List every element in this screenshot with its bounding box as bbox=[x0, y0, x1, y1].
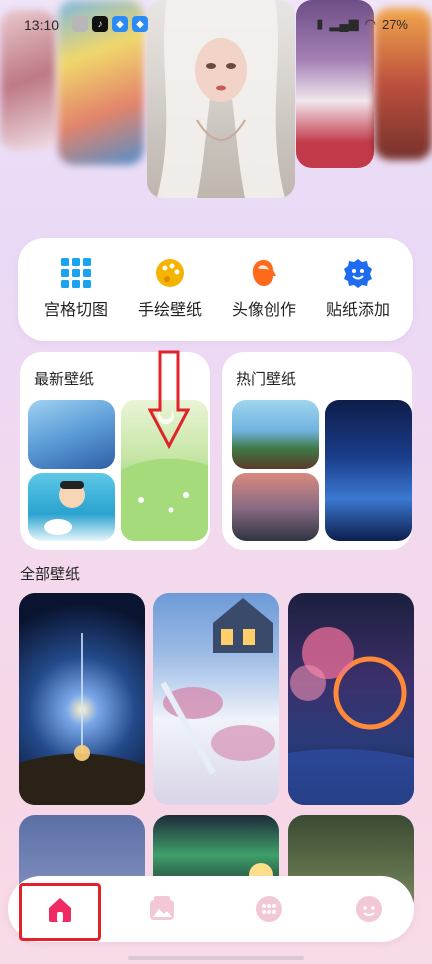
home-indicator-bar[interactable] bbox=[128, 956, 304, 960]
tool-avatar-create[interactable]: 头像创作 bbox=[216, 258, 312, 320]
gallery-icon bbox=[150, 896, 174, 920]
app-notification-icon: ◆ bbox=[112, 16, 128, 32]
tool-label: 贴纸添加 bbox=[325, 302, 390, 319]
face-icon bbox=[356, 896, 382, 922]
annotation-highlight-box bbox=[19, 883, 101, 941]
signal-icon: ▂▄▆ bbox=[329, 16, 359, 31]
tool-sticker-add[interactable]: 贴纸添加 bbox=[310, 258, 406, 320]
latest-wallpapers-title: 最新壁纸 bbox=[34, 371, 95, 388]
tool-label: 头像创作 bbox=[231, 302, 296, 319]
sticker-face-icon bbox=[343, 258, 373, 288]
hot-wallpapers-panel[interactable]: 热门壁纸 bbox=[222, 352, 412, 550]
wallpaper-thumb[interactable] bbox=[325, 400, 412, 541]
wallpaper-thumb[interactable] bbox=[28, 400, 115, 469]
tool-hand-drawn[interactable]: 手绘壁纸 bbox=[122, 258, 218, 320]
tool-grid-cut[interactable]: 宫格切图 bbox=[28, 258, 124, 320]
tool-label: 手绘壁纸 bbox=[137, 302, 202, 319]
battery-text: 27% bbox=[381, 16, 408, 32]
wallpaper-thumb[interactable] bbox=[232, 400, 319, 469]
quick-tools-panel: 宫格切图 手绘壁纸 头像创作 贴纸添加 bbox=[18, 238, 413, 341]
wallpaper-thumb[interactable] bbox=[28, 473, 115, 541]
nav-profile[interactable] bbox=[348, 888, 390, 930]
nav-apps[interactable] bbox=[248, 888, 290, 930]
status-bar: 13:10 ♪ ◆ ◆ ▮ ▂▄▆ ◠ 27% bbox=[0, 0, 432, 50]
wallpaper-card[interactable] bbox=[288, 593, 414, 805]
app-notification-icon: ◆ bbox=[132, 16, 148, 32]
wallpaper-card[interactable] bbox=[19, 593, 145, 805]
status-app-icons: ♪ ◆ ◆ bbox=[72, 16, 148, 32]
grid-icon bbox=[61, 258, 91, 288]
wallpaper-card[interactable] bbox=[153, 593, 279, 805]
wallpaper-thumb[interactable] bbox=[232, 473, 319, 541]
vibrate-icon: ▮ bbox=[316, 16, 324, 31]
status-right: ▮ ▂▄▆ ◠ 27% bbox=[316, 16, 408, 32]
tool-label: 宫格切图 bbox=[43, 302, 108, 319]
annotation-arrow-down bbox=[147, 350, 191, 450]
hot-wallpapers-title: 热门壁纸 bbox=[236, 371, 297, 388]
avatar-face-icon bbox=[249, 258, 279, 288]
nav-gallery[interactable] bbox=[141, 888, 183, 930]
notification-icon bbox=[72, 16, 88, 32]
palette-icon bbox=[155, 258, 185, 288]
all-wallpapers-title: 全部壁纸 bbox=[20, 566, 81, 583]
dots-grid-icon bbox=[256, 896, 282, 922]
status-time: 13:10 bbox=[24, 17, 60, 33]
wifi-icon: ◠ bbox=[364, 16, 376, 31]
tiktok-icon: ♪ bbox=[92, 16, 108, 32]
